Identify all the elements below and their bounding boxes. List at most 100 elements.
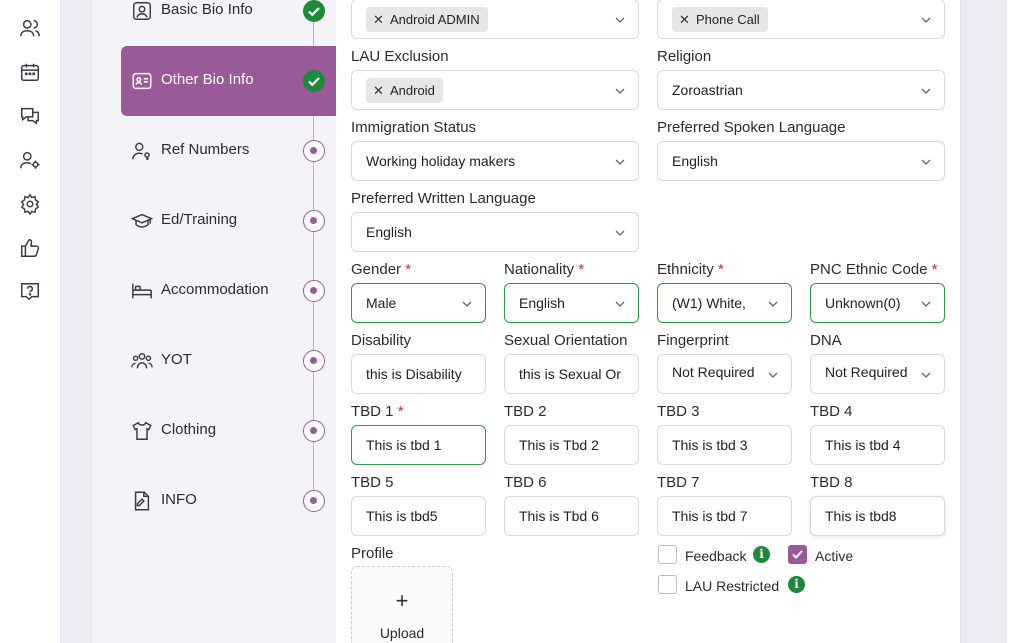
sexual-orientation-input[interactable]: this is Sexual Or bbox=[504, 354, 639, 394]
remove-tag-icon[interactable]: ✕ bbox=[373, 7, 384, 32]
feedback-info-icon[interactable]: i bbox=[753, 546, 770, 563]
tbd1-input[interactable]: This is tbd 1 bbox=[351, 425, 486, 465]
user-settings-icon[interactable] bbox=[19, 149, 41, 171]
tbd4-value: This is tbd 4 bbox=[825, 437, 901, 453]
sexual-orientation-value: this is Sexual Or bbox=[519, 366, 621, 382]
immigration-status-label: Immigration Status bbox=[351, 119, 477, 136]
user-badge-icon bbox=[131, 0, 153, 22]
step-pending-icon bbox=[303, 350, 325, 372]
chevron-down-icon[interactable] bbox=[920, 14, 932, 26]
tbd5-value: This is tbd5 bbox=[366, 508, 438, 524]
help-chat-icon[interactable] bbox=[19, 281, 41, 303]
bed-icon bbox=[131, 280, 153, 302]
step-pending-icon bbox=[303, 140, 325, 162]
tbd1-value: This is tbd 1 bbox=[366, 437, 442, 453]
active-checkbox[interactable] bbox=[788, 545, 807, 564]
profile-upload-button[interactable]: + Upload bbox=[351, 566, 453, 643]
fingerprint-select[interactable]: Not Required bbox=[657, 354, 792, 394]
fingerprint-value: Not Required bbox=[672, 364, 755, 380]
step-yot[interactable]: YOT bbox=[121, 326, 336, 396]
user-multiselect[interactable]: ✕ Android ADMIN bbox=[351, 0, 639, 39]
step-pending-icon bbox=[303, 210, 325, 232]
gender-select[interactable]: Male bbox=[351, 283, 486, 323]
group-icon bbox=[131, 350, 153, 372]
step-info[interactable]: INFO bbox=[121, 466, 336, 536]
written-language-select[interactable]: English bbox=[351, 212, 639, 252]
chevron-down-icon[interactable] bbox=[614, 298, 626, 310]
document-icon bbox=[131, 490, 153, 512]
chevron-down-icon[interactable] bbox=[920, 156, 932, 168]
upload-label: Upload bbox=[379, 625, 425, 641]
tbd6-value: This is Tbd 6 bbox=[519, 508, 599, 524]
step-label: Basic Bio Info bbox=[161, 1, 253, 18]
pnc-ethnic-code-select[interactable]: Unknown(0) bbox=[810, 283, 945, 323]
remove-tag-icon[interactable]: ✕ bbox=[679, 7, 690, 32]
lau-exclusion-select[interactable]: ✕ Android bbox=[351, 70, 639, 110]
ethnicity-select[interactable]: (W1) White, bbox=[657, 283, 792, 323]
chevron-down-icon[interactable] bbox=[767, 298, 779, 310]
gear-icon[interactable] bbox=[19, 193, 41, 215]
chevron-down-icon[interactable] bbox=[614, 14, 626, 26]
chevron-down-icon[interactable] bbox=[614, 85, 626, 97]
id-card-icon bbox=[131, 70, 153, 92]
disability-value: this is Disability bbox=[366, 366, 462, 382]
required-mark: * bbox=[717, 261, 724, 278]
spoken-language-label: Preferred Spoken Language bbox=[657, 119, 846, 136]
nationality-select[interactable]: English bbox=[504, 283, 639, 323]
lau-restricted-label: LAU Restricted bbox=[685, 578, 780, 594]
step-label: Clothing bbox=[161, 421, 217, 438]
tbd2-value: This is Tbd 2 bbox=[519, 437, 599, 453]
tbd8-input[interactable]: This is tbd8 bbox=[810, 496, 945, 536]
disability-input[interactable]: this is Disability bbox=[351, 354, 486, 394]
dna-select[interactable]: Not Required bbox=[810, 354, 945, 394]
chevron-down-icon[interactable] bbox=[614, 156, 626, 168]
tbd2-label: TBD 2 bbox=[504, 403, 547, 420]
spoken-language-value: English bbox=[672, 153, 718, 169]
chevron-down-icon[interactable] bbox=[614, 227, 626, 239]
tbd4-input[interactable]: This is tbd 4 bbox=[810, 425, 945, 465]
chevron-down-icon[interactable] bbox=[767, 369, 779, 381]
tbd3-input[interactable]: This is tbd 3 bbox=[657, 425, 792, 465]
nationality-value: English bbox=[519, 295, 565, 311]
remove-tag-icon[interactable]: ✕ bbox=[373, 78, 384, 103]
step-clothing[interactable]: Clothing bbox=[121, 396, 336, 466]
spoken-language-select[interactable]: English bbox=[657, 141, 945, 181]
fingerprint-label: Fingerprint bbox=[657, 332, 729, 349]
feedback-checkbox[interactable] bbox=[658, 545, 677, 564]
required-mark: * bbox=[405, 261, 412, 278]
immigration-status-select[interactable]: Working holiday makers bbox=[351, 141, 639, 181]
written-language-value: English bbox=[366, 224, 412, 240]
users-icon[interactable] bbox=[19, 17, 41, 39]
step-label: Ref Numbers bbox=[161, 141, 250, 158]
lau-restricted-info-icon[interactable]: i bbox=[788, 576, 805, 593]
tbd6-input[interactable]: This is Tbd 6 bbox=[504, 496, 639, 536]
calendar-icon[interactable] bbox=[19, 61, 41, 83]
religion-select[interactable]: Zoroastrian bbox=[657, 70, 945, 110]
tbd2-input[interactable]: This is Tbd 2 bbox=[504, 425, 639, 465]
chat-icon[interactable] bbox=[19, 105, 41, 127]
disability-label: Disability bbox=[351, 332, 412, 349]
chevron-down-icon[interactable] bbox=[920, 298, 932, 310]
lau-restricted-checkbox[interactable] bbox=[658, 575, 677, 594]
step-ref-numbers[interactable]: Ref Numbers bbox=[121, 116, 336, 186]
step-accommodation[interactable]: Accommodation bbox=[121, 256, 336, 326]
chevron-down-icon[interactable] bbox=[461, 298, 473, 310]
selected-tag: ✕ Phone Call bbox=[672, 7, 768, 32]
tbd3-label: TBD 3 bbox=[657, 403, 700, 420]
plus-icon: + bbox=[395, 588, 409, 613]
step-label: YOT bbox=[161, 351, 192, 368]
tbd7-input[interactable]: This is tbd 7 bbox=[657, 496, 792, 536]
contact-method-multiselect[interactable]: ✕ Phone Call bbox=[657, 0, 945, 39]
chevron-down-icon[interactable] bbox=[920, 85, 932, 97]
tbd1-label: TBD 1 * bbox=[351, 403, 404, 420]
step-ed-training[interactable]: Ed/Training bbox=[121, 186, 336, 256]
selected-tag: ✕ Android bbox=[366, 78, 443, 103]
step-pending-icon bbox=[303, 280, 325, 302]
step-complete-icon bbox=[303, 0, 325, 22]
chevron-down-icon[interactable] bbox=[920, 369, 932, 381]
step-other-bio-info[interactable]: Other Bio Info bbox=[121, 46, 336, 116]
tbd5-input[interactable]: This is tbd5 bbox=[351, 496, 486, 536]
thumbs-up-icon[interactable] bbox=[19, 237, 41, 259]
step-basic-bio-info[interactable]: Basic Bio Info bbox=[121, 0, 336, 46]
right-panel-edge bbox=[1007, 0, 1024, 643]
